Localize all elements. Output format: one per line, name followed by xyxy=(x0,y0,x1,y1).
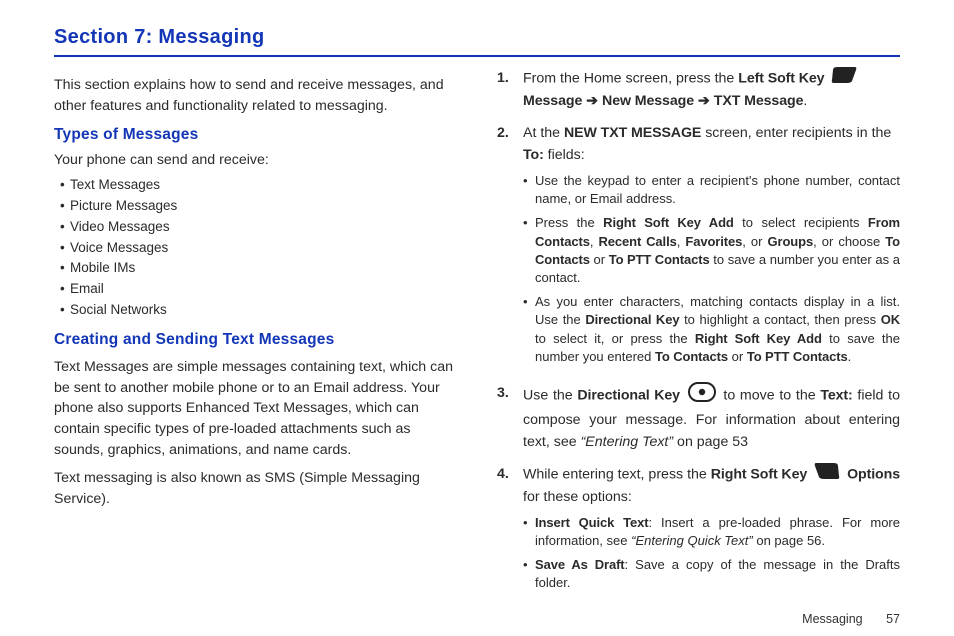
step-number: 1. xyxy=(497,67,513,112)
label-new-message: New Message xyxy=(602,93,694,109)
step-text: While entering text, press the xyxy=(523,466,711,482)
step-text: From the Home screen, press the xyxy=(523,70,738,86)
step-text: At the xyxy=(523,125,564,141)
types-intro: Your phone can send and receive: xyxy=(54,150,457,171)
page-footer: Messaging 57 xyxy=(802,612,900,626)
label-new-txt-message-screen: NEW TXT MESSAGE xyxy=(564,125,701,141)
label-txt-message: TXT Message xyxy=(714,93,804,109)
list-item: Voice Messages xyxy=(60,238,457,259)
list-item: Email xyxy=(60,279,457,300)
label-left-soft-key: Left Soft Key xyxy=(738,70,824,86)
step-text: for these options: xyxy=(523,489,632,505)
label-text-field: Text: xyxy=(820,387,852,403)
list-item: Save As Draft: Save a copy of the messag… xyxy=(523,556,900,592)
footer-section-label: Messaging xyxy=(802,612,862,626)
step-text: Use the xyxy=(523,387,577,403)
step-text: screen, enter recipients in the xyxy=(701,125,891,141)
list-item: Text Messages xyxy=(60,175,457,196)
step-text: on page 53 xyxy=(673,434,748,450)
step-4: 4. While entering text, press the Right … xyxy=(497,463,900,599)
list-item: Social Networks xyxy=(60,300,457,321)
step-number: 4. xyxy=(497,463,513,599)
right-column: 1. From the Home screen, press the Left … xyxy=(497,67,900,609)
step-4-bullets: Insert Quick Text: Insert a pre-loaded p… xyxy=(523,514,900,593)
list-item: Insert Quick Text: Insert a pre-loaded p… xyxy=(523,514,900,550)
types-heading: Types of Messages xyxy=(54,126,457,144)
step-3: 3. Use the Directional Key to move to th… xyxy=(497,382,900,453)
creating-paragraph-1: Text Messages are simple messages contai… xyxy=(54,357,457,460)
left-column: This section explains how to send and re… xyxy=(54,67,457,609)
left-soft-key-icon xyxy=(831,67,857,90)
step-number: 2. xyxy=(497,122,513,372)
step-2-bullets: Use the keypad to enter a recipient's ph… xyxy=(523,172,900,366)
directional-key-icon xyxy=(688,382,716,409)
intro-paragraph: This section explains how to send and re… xyxy=(54,75,457,116)
list-item: Press the Right Soft Key Add to select r… xyxy=(523,214,900,287)
step-number: 3. xyxy=(497,382,513,453)
label-right-soft-key: Right Soft Key xyxy=(711,466,807,482)
creating-heading: Creating and Sending Text Messages xyxy=(54,331,457,349)
types-list: Text Messages Picture Messages Video Mes… xyxy=(60,175,457,321)
period: . xyxy=(803,93,807,109)
step-2: 2. At the NEW TXT MESSAGE screen, enter … xyxy=(497,122,900,372)
label-to: To: xyxy=(523,147,544,163)
step-text: to move to the xyxy=(723,387,820,403)
list-item: Use the keypad to enter a recipient's ph… xyxy=(523,172,900,208)
label-message: Message xyxy=(523,93,582,109)
label-options: Options xyxy=(847,466,900,482)
creating-paragraph-2: Text messaging is also known as SMS (Sim… xyxy=(54,468,457,509)
list-item: Mobile IMs xyxy=(60,258,457,279)
arrow-icon: ➔ xyxy=(586,93,598,109)
right-soft-key-icon xyxy=(814,463,840,486)
label-directional-key: Directional Key xyxy=(577,387,680,403)
page-number: 57 xyxy=(886,612,900,626)
list-item: Video Messages xyxy=(60,217,457,238)
step-text: fields: xyxy=(544,147,585,163)
quote-entering-text: “Entering Text” xyxy=(581,434,674,450)
section-title: Section 7: Messaging xyxy=(54,26,900,57)
step-1: 1. From the Home screen, press the Left … xyxy=(497,67,900,112)
list-item: Picture Messages xyxy=(60,196,457,217)
list-item: As you enter characters, matching contac… xyxy=(523,293,900,366)
arrow-icon: ➔ xyxy=(698,93,710,109)
